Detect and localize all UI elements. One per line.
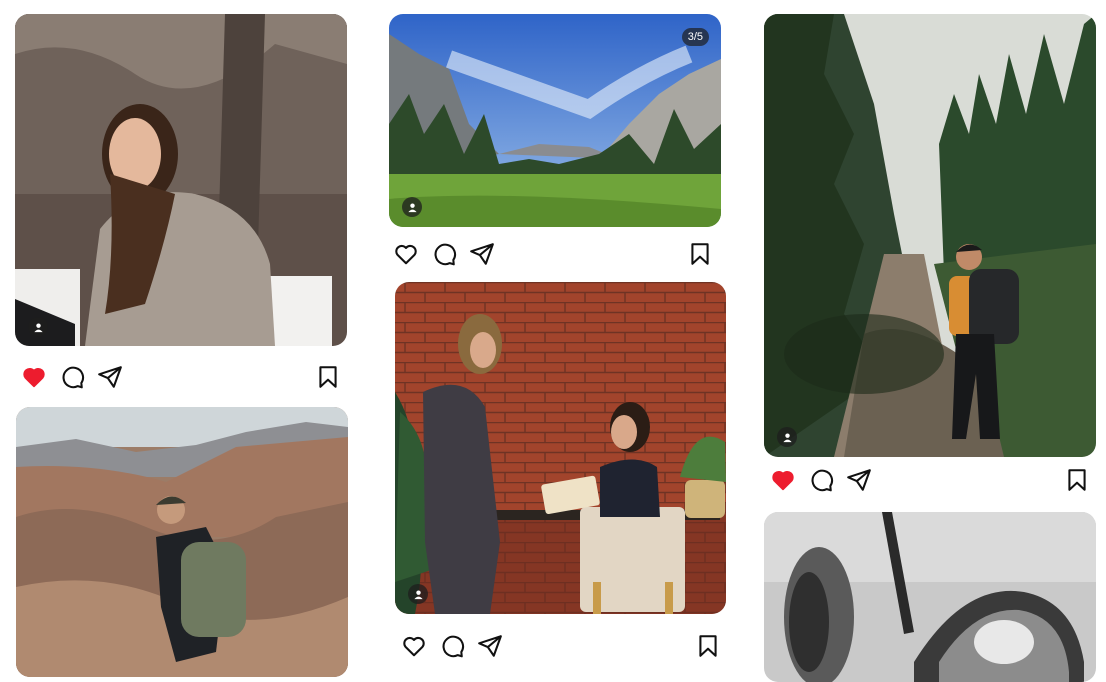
bookmark-icon[interactable] [315, 364, 341, 390]
comment-icon[interactable] [431, 241, 457, 267]
post-image[interactable] [15, 14, 347, 346]
valley-landscape-photo [389, 14, 721, 227]
bookmark-icon[interactable] [695, 633, 721, 659]
post-image[interactable] [764, 512, 1096, 682]
post-actions [395, 631, 726, 661]
comment-icon[interactable] [439, 633, 465, 659]
share-icon[interactable] [846, 467, 872, 493]
woman-laptop-photo [15, 14, 347, 346]
post-image[interactable] [16, 407, 348, 677]
heart-icon[interactable] [770, 467, 796, 493]
heart-icon[interactable] [401, 633, 427, 659]
tagged-user-icon[interactable] [402, 197, 422, 217]
forest-trail-hiker-photo [764, 14, 1096, 457]
post-actions [389, 239, 721, 269]
post-actions [15, 362, 347, 392]
comment-icon[interactable] [59, 364, 85, 390]
dog-bw-photo [764, 512, 1096, 682]
share-icon[interactable] [477, 633, 503, 659]
tagged-user-icon[interactable] [777, 427, 797, 447]
bookmark-icon[interactable] [687, 241, 713, 267]
bookmark-icon[interactable] [1064, 467, 1090, 493]
tagged-user-icon[interactable] [28, 317, 48, 337]
heart-icon[interactable] [21, 364, 47, 390]
comment-icon[interactable] [808, 467, 834, 493]
post-image[interactable]: 3/5 [389, 14, 721, 227]
carousel-counter: 3/5 [681, 28, 709, 46]
share-icon[interactable] [97, 364, 123, 390]
post-actions [764, 465, 1096, 495]
tagged-user-icon[interactable] [408, 584, 428, 604]
share-icon[interactable] [469, 241, 495, 267]
heart-icon[interactable] [393, 241, 419, 267]
brick-wall-office-photo [395, 282, 726, 614]
post-image[interactable] [764, 14, 1096, 457]
post-image[interactable] [395, 282, 726, 614]
canyon-hiker-photo [16, 407, 348, 677]
